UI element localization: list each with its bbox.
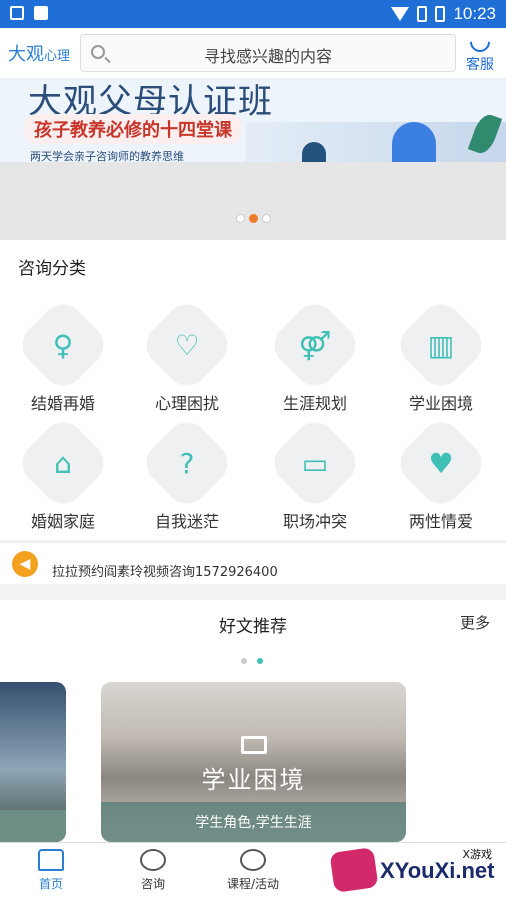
article-dot-active[interactable] bbox=[257, 658, 263, 664]
home-icon bbox=[38, 849, 64, 871]
card-caption-band bbox=[0, 810, 66, 842]
customer-service-label: 客服 bbox=[466, 57, 494, 73]
tab-courses[interactable]: 课程/活动 bbox=[208, 849, 298, 892]
category-label: 结婚再婚 bbox=[30, 394, 95, 413]
category-psychology[interactable]: ♡ 心理困扰 bbox=[132, 295, 242, 414]
head-question-icon: ? bbox=[179, 446, 195, 480]
battery-icon bbox=[435, 6, 446, 22]
gender-icon: ⚤ bbox=[298, 328, 332, 362]
banner-dot-active[interactable] bbox=[249, 214, 258, 223]
more-link[interactable]: 更多 bbox=[460, 612, 490, 633]
category-romance[interactable]: ♥ 两性情爱 bbox=[386, 413, 496, 532]
article-card-previous[interactable] bbox=[0, 682, 66, 842]
banner-dot[interactable] bbox=[236, 214, 245, 223]
wifi-icon bbox=[391, 7, 410, 21]
brand-sub: 心理 bbox=[44, 49, 71, 64]
couple-icon: ♥ bbox=[428, 446, 454, 480]
section-title: 咨询分类 bbox=[18, 259, 86, 279]
consult-categories: 咨询分类 ♀ 结婚再婚 ♡ 心理困扰 ⚤ 生涯规划 ▥ 学业困境 ⌂ 婚姻家庭 … bbox=[0, 240, 506, 540]
phone-icon bbox=[465, 27, 495, 57]
banner-city-illustration bbox=[246, 122, 506, 162]
gamepad-logo-icon bbox=[329, 847, 379, 893]
balloon-icon bbox=[240, 849, 266, 871]
brand-main: 大观 bbox=[8, 44, 44, 65]
tab-label: 咨询 bbox=[140, 877, 165, 891]
watermark: X游戏 XYouXi.net bbox=[329, 842, 500, 900]
category-self[interactable]: ? 自我迷茫 bbox=[132, 413, 242, 532]
banner-pagination[interactable] bbox=[236, 214, 271, 223]
article-title: 学业困境 bbox=[201, 766, 306, 794]
speaker-icon: ◀ bbox=[12, 551, 38, 577]
article-pagination[interactable] bbox=[241, 658, 263, 664]
category-family[interactable]: ⌂ 婚姻家庭 bbox=[8, 413, 118, 532]
notification-icons bbox=[10, 6, 48, 20]
banner-parent-illustration bbox=[392, 122, 436, 162]
category-study[interactable]: ▥ 学业困境 bbox=[386, 295, 496, 414]
briefcase-icon: ▭ bbox=[301, 446, 329, 480]
article-caption: 学生角色,学生生涯 bbox=[195, 815, 312, 831]
notice-text: 拉拉预约阎素玲视频咨询1572926400 bbox=[52, 565, 278, 580]
image-notification-icon bbox=[10, 6, 24, 20]
category-career[interactable]: ⚤ 生涯规划 bbox=[260, 295, 370, 414]
book-stack-icon bbox=[241, 736, 267, 754]
bride-icon: ♀ bbox=[52, 328, 74, 362]
category-label: 两性情爱 bbox=[408, 512, 473, 531]
banner-child-illustration bbox=[302, 142, 326, 162]
category-marriage[interactable]: ♀ 结婚再婚 bbox=[8, 295, 118, 414]
banner-subtitle: 孩子教养必修的十四堂课 bbox=[24, 114, 242, 144]
sim-icon bbox=[417, 6, 428, 22]
article-dot[interactable] bbox=[241, 658, 247, 664]
tab-consult[interactable]: 咨询 bbox=[108, 849, 198, 892]
consult-icon bbox=[140, 849, 166, 871]
tab-label: 课程/活动 bbox=[226, 877, 280, 891]
category-label: 婚姻家庭 bbox=[30, 512, 95, 531]
status-bar: 10:23 bbox=[0, 0, 506, 28]
category-label: 职场冲突 bbox=[282, 512, 347, 531]
search-input[interactable]: 寻找感兴趣的内容 bbox=[80, 34, 456, 72]
category-label: 自我迷茫 bbox=[154, 512, 219, 531]
notice-ticker[interactable]: ◀ 拉拉预约阎素玲视频咨询1572926400 bbox=[0, 542, 506, 584]
search-placeholder: 寻找感兴趣的内容 bbox=[203, 47, 332, 66]
clock: 10:23 bbox=[453, 4, 496, 23]
home-heart-icon: ⌂ bbox=[54, 446, 72, 480]
book-icon: ▥ bbox=[427, 328, 455, 362]
status-indicators: 10:23 bbox=[391, 4, 496, 24]
header: 大观心理 寻找感兴趣的内容 客服 bbox=[0, 27, 506, 78]
promo-banner[interactable]: 大观父母认证班 孩子教养必修的十四堂课 两天学会亲子咨询师的教养思维 bbox=[0, 78, 506, 162]
banner-dot[interactable] bbox=[262, 214, 271, 223]
heart-stethoscope-icon: ♡ bbox=[174, 328, 200, 362]
section-title: 好文推荐 bbox=[219, 617, 287, 637]
square-notification-icon bbox=[34, 6, 48, 20]
article-card-featured[interactable]: 学业困境 学生角色,学生生涯 bbox=[101, 682, 406, 842]
tab-home[interactable]: 首页 bbox=[6, 849, 96, 892]
tab-label: 首页 bbox=[38, 877, 63, 891]
banner-tagline: 两天学会亲子咨询师的教养思维 bbox=[30, 150, 184, 162]
recommended-articles: 好文推荐 更多 学业困境 学生角色,学生生涯 bbox=[0, 600, 506, 842]
banner-carousel-area bbox=[0, 162, 506, 240]
brand-logo[interactable]: 大观心理 bbox=[8, 40, 70, 66]
category-label: 学业困境 bbox=[408, 394, 473, 413]
category-label: 生涯规划 bbox=[282, 394, 347, 413]
watermark-text: XYouXi.net bbox=[380, 858, 495, 883]
category-label: 心理困扰 bbox=[154, 394, 219, 413]
customer-service-button[interactable]: 客服 bbox=[462, 27, 498, 74]
category-workplace[interactable]: ▭ 职场冲突 bbox=[260, 413, 370, 532]
